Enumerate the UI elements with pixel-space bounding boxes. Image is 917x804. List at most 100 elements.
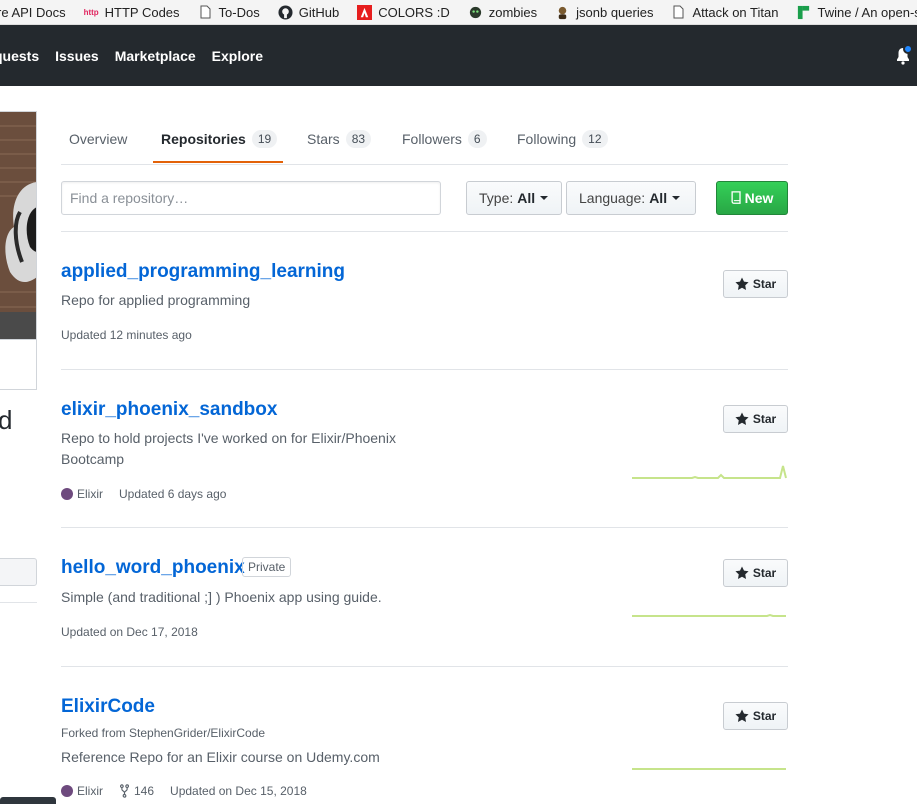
repo-description: Repo for applied programming	[61, 292, 251, 308]
new-button-label: New	[744, 190, 774, 206]
tab-followers[interactable]: Followers 6	[402, 112, 487, 165]
nav-explore[interactable]: Explore	[212, 48, 263, 64]
star-label: Star	[752, 709, 777, 723]
repo-name-link[interactable]: elixir_phoenix_sandbox	[61, 399, 277, 421]
repo-forks[interactable]: 146	[119, 784, 154, 798]
zombie-icon	[468, 5, 483, 20]
bookmark-http-codes[interactable]: http HTTP Codes	[84, 5, 180, 20]
language-label: Elixir	[77, 487, 103, 501]
repo-description: Repo to hold projects I've worked on for…	[61, 430, 396, 467]
repo-book-icon	[731, 191, 742, 205]
repo-list-item: applied_programming_learning Repo for ap…	[61, 232, 788, 370]
type-filter-label: Type:	[479, 190, 514, 206]
activity-sparkline	[632, 613, 786, 617]
sidebar-divider	[0, 602, 37, 603]
repo-updated: Updated on Dec 15, 2018	[170, 784, 307, 798]
tab-overview[interactable]: Overview	[69, 112, 127, 165]
avatar[interactable]	[0, 111, 37, 340]
star-label: Star	[752, 412, 777, 426]
tab-count: 19	[251, 129, 278, 148]
twine-icon	[796, 5, 811, 20]
active-tab-indicator	[153, 161, 283, 163]
avatar-image	[0, 112, 36, 339]
language-filter-value: All	[649, 190, 668, 206]
bookmark-label: zombies	[488, 4, 538, 20]
language-label: Elixir	[77, 784, 103, 798]
repo-name-link[interactable]: ElixirCode	[61, 696, 155, 718]
repo-name-link[interactable]: hello_word_phoenix	[61, 557, 245, 579]
adobe-icon	[357, 4, 373, 20]
private-badge: Private	[242, 557, 292, 577]
repo-meta: Elixir 146 Updated on Dec 15, 2018	[61, 784, 323, 798]
repo-list-item: ElixirCode Forked from StephenGrider/Eli…	[61, 667, 788, 804]
repo-language: Elixir	[61, 784, 103, 798]
nav-marketplace[interactable]: Marketplace	[115, 48, 196, 64]
page-icon	[671, 5, 686, 20]
fork-icon	[119, 784, 130, 798]
tab-label: Repositories	[161, 130, 246, 147]
tab-label: Followers	[402, 130, 462, 147]
type-filter-dropdown[interactable]: Type: All	[466, 181, 562, 215]
bookmark-github[interactable]: GitHub	[278, 5, 339, 20]
tab-label: Stars	[307, 130, 340, 147]
star-button[interactable]: Star	[723, 702, 788, 730]
bookmark-colors[interactable]: COLORS :D	[357, 4, 450, 20]
repo-list-item: hello_word_phoenix Private Simple (and t…	[61, 528, 788, 667]
star-icon	[735, 566, 749, 580]
forked-from[interactable]: Forked from StephenGrider/ElixirCode	[61, 726, 265, 740]
fork-count: 146	[134, 784, 155, 798]
tab-following[interactable]: Following 12	[517, 112, 608, 165]
repo-name-link[interactable]: applied_programming_learning	[61, 261, 345, 283]
bookmarks-bar: re API Docs http HTTP Codes To-Dos GitHu…	[0, 0, 917, 25]
star-button[interactable]: Star	[723, 270, 788, 298]
edit-profile-button[interactable]	[0, 558, 37, 586]
profile-name: d	[0, 405, 13, 435]
repo-meta: Elixir Updated 6 days ago	[61, 487, 242, 501]
repo-list-item: elixir_phoenix_sandbox Repo to hold proj…	[61, 370, 788, 528]
tab-stars[interactable]: Stars 83	[307, 112, 372, 165]
repo-meta: Updated 12 minutes ago	[61, 328, 208, 342]
chevron-down-icon	[540, 196, 549, 200]
person-icon	[555, 5, 570, 20]
bookmark-zombies[interactable]: zombies	[468, 5, 537, 20]
language-color-dot	[61, 488, 73, 500]
language-filter-dropdown[interactable]: Language: All	[566, 181, 696, 215]
star-button[interactable]: Star	[723, 405, 788, 433]
activity-sparkline	[632, 768, 786, 770]
tab-label: Overview	[69, 130, 128, 147]
new-repository-button[interactable]: New	[716, 181, 788, 215]
repo-language: Elixir	[61, 487, 103, 501]
tab-repositories[interactable]: Repositories 19	[161, 112, 278, 165]
star-icon	[735, 412, 749, 426]
repo-description: Simple (and traditional ;] ) Phoenix app…	[61, 589, 382, 605]
bookmark-todos[interactable]: To-Dos	[198, 5, 260, 20]
bookmark-jsonb[interactable]: jsonb queries	[555, 5, 653, 20]
bookmark-label: COLORS :D	[378, 4, 450, 20]
star-button[interactable]: Star	[723, 559, 788, 587]
bookmark-label: Twine / An open-s	[817, 4, 917, 20]
repo-updated: Updated on Dec 17, 2018	[61, 625, 198, 639]
bookmark-attack-on-titan[interactable]: Attack on Titan	[671, 5, 778, 20]
bookmark-api-docs[interactable]: re API Docs	[0, 5, 66, 20]
type-filter-value: All	[517, 190, 536, 206]
bookmark-label: To-Dos	[218, 4, 260, 20]
bookmark-twine[interactable]: Twine / An open-s	[796, 5, 917, 20]
page-icon	[198, 5, 213, 20]
profile-tabs: Overview Repositories 19 Stars 83 Follow…	[61, 112, 788, 165]
tab-label: Following	[517, 130, 577, 147]
bookmark-label: GitHub	[298, 4, 340, 20]
bookmark-label: Attack on Titan	[692, 4, 779, 20]
find-repository-input[interactable]	[61, 181, 441, 215]
star-label: Star	[752, 566, 777, 580]
nav-issues[interactable]: Issues	[55, 48, 99, 64]
repo-updated: Updated 6 days ago	[119, 487, 227, 501]
tab-count: 6	[467, 129, 487, 148]
chevron-down-icon	[672, 196, 681, 200]
language-color-dot	[61, 785, 73, 797]
activity-sparkline	[632, 465, 787, 479]
notification-indicator	[903, 44, 913, 54]
star-icon	[735, 277, 749, 291]
nav-pull-requests[interactable]: quests	[0, 48, 39, 64]
bookmark-label: re API Docs	[0, 4, 66, 20]
github-header: quests Issues Marketplace Explore	[0, 25, 917, 86]
